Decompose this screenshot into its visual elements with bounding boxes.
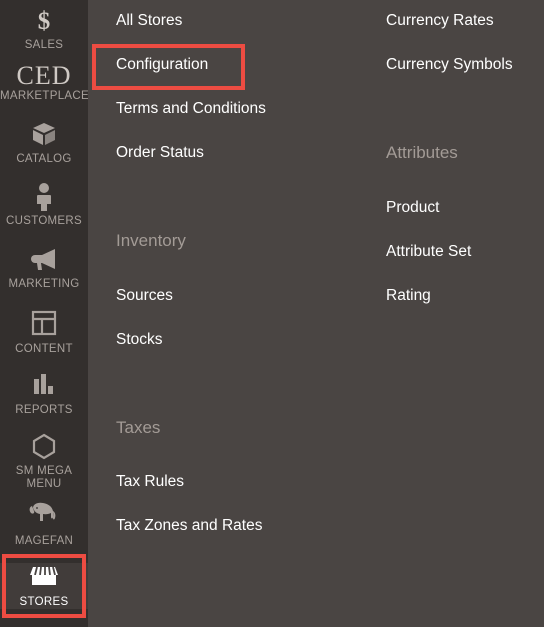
menu-item-terms-and-conditions[interactable]: Terms and Conditions	[116, 100, 266, 118]
dollar-icon: $	[0, 6, 88, 36]
storefront-icon	[0, 563, 88, 593]
sidebar-item-label: SM MEGA MENU	[15, 465, 73, 490]
sidebar-item-label: CUSTOMERS	[6, 215, 82, 227]
sidebar-item-sm-mega-menu[interactable]: SM MEGA MENU	[0, 432, 88, 491]
menu-item-tax-rules[interactable]: Tax Rules	[116, 473, 184, 491]
sidebar-item-label: CATALOG	[16, 153, 72, 165]
layout-icon	[0, 310, 88, 340]
menu-item-currency-symbols[interactable]: Currency Symbols	[386, 56, 513, 74]
menu-item-configuration[interactable]: Configuration	[116, 56, 208, 74]
menu-item-order-status[interactable]: Order Status	[116, 144, 204, 162]
sidebar-item-stores[interactable]: STORES	[0, 563, 88, 609]
megaphone-icon	[0, 245, 88, 275]
menu-section-header-taxes: Taxes	[116, 418, 161, 437]
sidebar-item-label: MARKETPLACE	[0, 90, 89, 102]
menu-item-stocks[interactable]: Stocks	[116, 331, 163, 349]
sidebar-item-marketing[interactable]: MARKETING	[0, 245, 88, 291]
menu-item-product[interactable]: Product	[386, 199, 439, 217]
menu-item-sources[interactable]: Sources	[116, 287, 173, 305]
sidebar-item-content[interactable]: CONTENT	[0, 310, 88, 356]
sidebar-item-label: MAGEFAN	[14, 535, 74, 547]
sidebar-item-label: STORES	[19, 596, 69, 608]
menu-item-currency-rates[interactable]: Currency Rates	[386, 12, 494, 30]
menu-section-header-inventory: Inventory	[116, 231, 186, 250]
bar-chart-icon	[0, 371, 88, 401]
menu-item-tax-zones-and-rates[interactable]: Tax Zones and Rates	[116, 517, 262, 535]
admin-menu-screen: $ SALES CED MARKETPLACE CATALOG CUSTOMER…	[0, 0, 544, 627]
menu-section-header-attributes: Attributes	[386, 143, 458, 162]
sidebar-item-magefan[interactable]: MAGEFAN	[0, 502, 88, 548]
sidebar-item-label: REPORTS	[15, 404, 73, 416]
ced-wordmark: CED	[16, 61, 72, 90]
sidebar-item-label: MARKETING	[8, 278, 80, 290]
sidebar-item-catalog[interactable]: CATALOG	[0, 120, 88, 166]
sidebar-item-reports[interactable]: REPORTS	[0, 371, 88, 417]
primary-sidebar: $ SALES CED MARKETPLACE CATALOG CUSTOMER…	[0, 0, 89, 627]
sidebar-item-sales[interactable]: $ SALES	[0, 6, 88, 52]
sidebar-item-customers[interactable]: CUSTOMERS	[0, 182, 88, 228]
person-icon	[0, 182, 88, 212]
menu-item-attribute-set[interactable]: Attribute Set	[386, 243, 471, 261]
elephant-icon	[0, 502, 88, 532]
menu-item-all-stores[interactable]: All Stores	[116, 12, 182, 30]
sidebar-item-label: CONTENT	[15, 343, 73, 355]
sidebar-item-marketplace[interactable]: CED MARKETPLACE	[0, 61, 89, 103]
menu-item-rating[interactable]: Rating	[386, 287, 431, 305]
svg-text:$: $	[38, 8, 51, 34]
box-icon	[0, 120, 88, 150]
hexagon-icon	[0, 432, 88, 462]
stores-flyout-menu: All Stores Configuration Terms and Condi…	[88, 0, 544, 627]
sidebar-item-label: SALES	[24, 39, 64, 51]
